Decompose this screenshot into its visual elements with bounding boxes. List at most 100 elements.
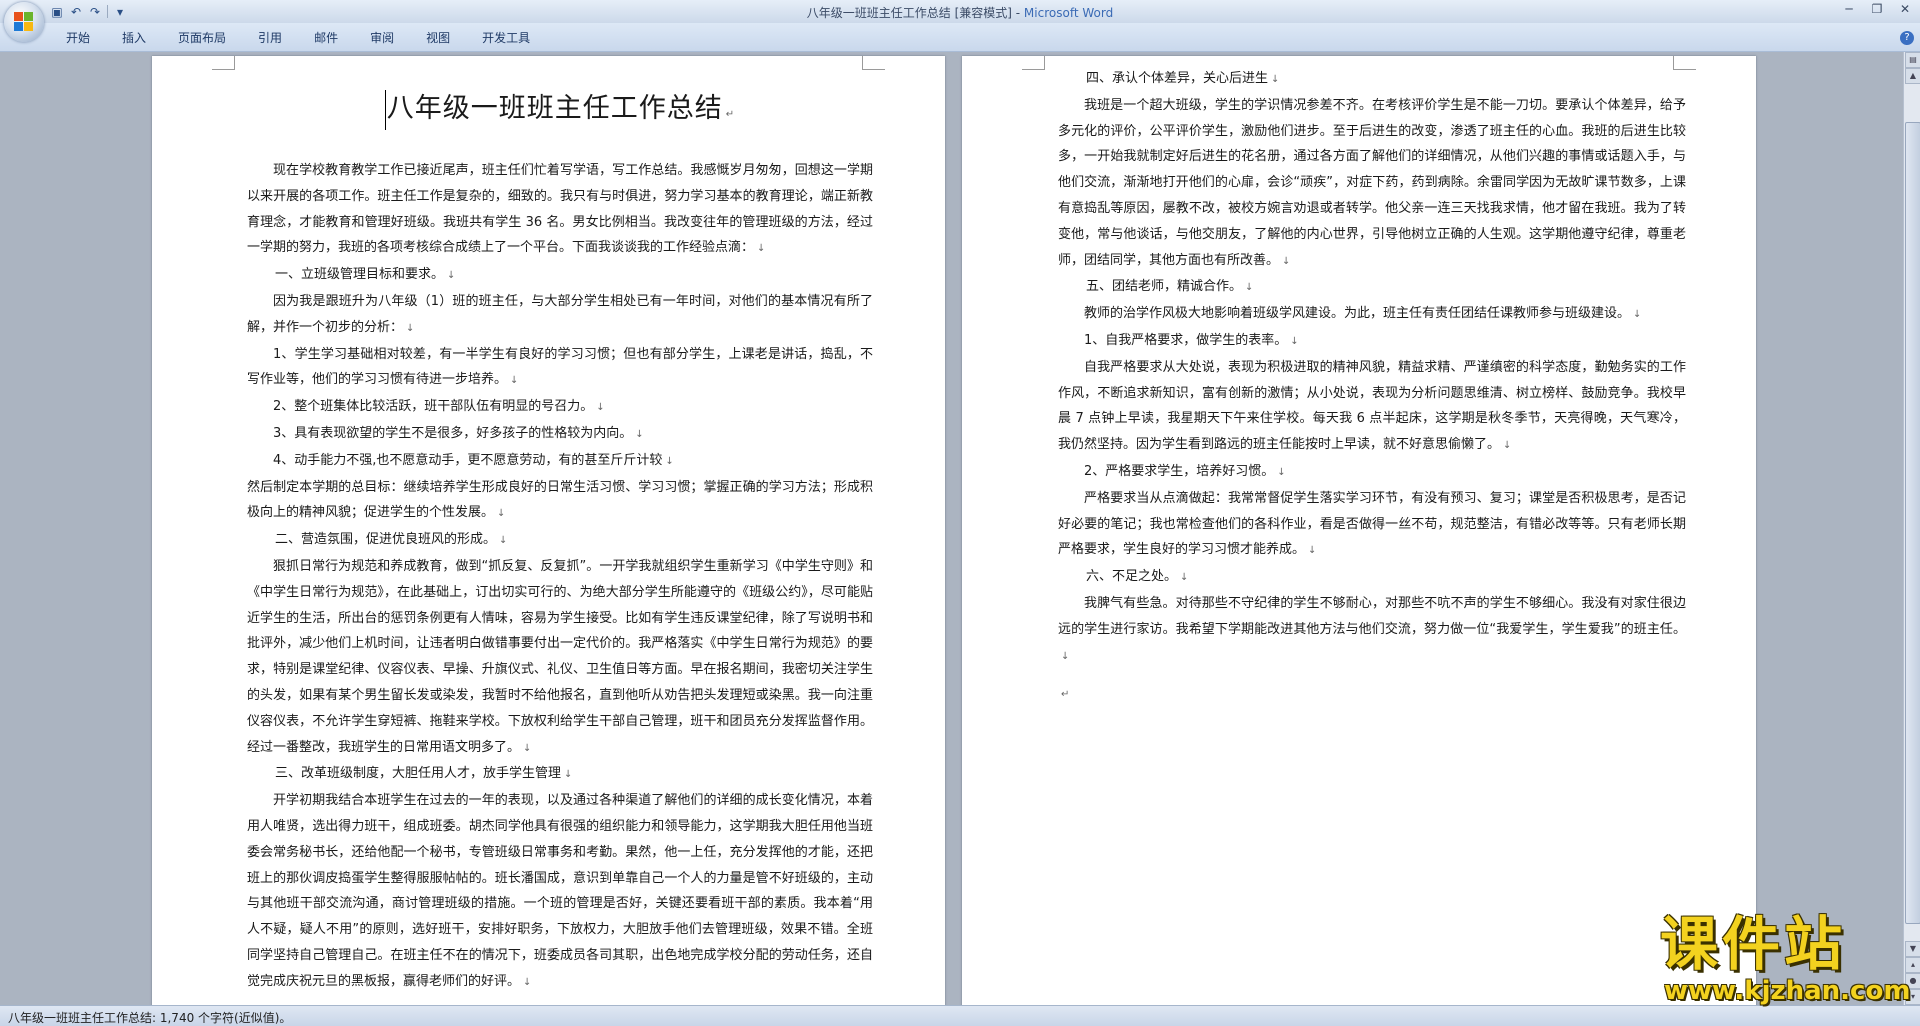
document-paragraph: 五、团结老师，精诚合作。 ↓ xyxy=(1058,274,1686,301)
document-paragraph: 开学初期我结合本班学生在过去的一年的表现，以及通过各种渠道了解他们的详细的成长变… xyxy=(247,788,873,995)
document-paragraph: 1、自我严格要求，做学生的表率。 ↓ xyxy=(1058,328,1686,355)
document-paragraph: 我班是一个超大班级，学生的学识情况参差不齐。在考核评价学生是不能一刀切。要承认个… xyxy=(1058,93,1686,275)
paragraph-text: 二、营造氛围，促进优良班风的形成。 xyxy=(275,532,497,548)
paragraph-text: 2、严格要求学生，培养好习惯。 xyxy=(1084,463,1275,479)
paragraph-mark-icon: ↓ xyxy=(1633,309,1642,321)
paragraph-text: 教师的治学作风极大地影响着班级学风建设。为此，班主任有责任团结任课教师参与班级建… xyxy=(1084,306,1631,322)
page-2-body[interactable]: 四、承认个体差异，关心后进生 ↓ 我班是一个超大班级，学生的学识情况参差不齐。在考核… xyxy=(1058,66,1686,708)
window-title: 八年级一班班主任工作总结 [兼容模式] - Microsoft Word xyxy=(0,4,1920,21)
paragraph-mark-icon: ↓ xyxy=(1282,255,1291,267)
tab-mailings[interactable]: 邮件 xyxy=(298,30,354,46)
document-paragraph: 2、严格要求学生，培养好习惯。 ↓ xyxy=(1058,459,1686,486)
tab-view[interactable]: 视图 xyxy=(410,30,466,46)
ribbon: 开始 插入 页面布局 引用 邮件 审阅 视图 开发工具 ? xyxy=(0,23,1920,52)
text-cursor xyxy=(384,89,386,130)
document-paragraph: 3、具有表现欲望的学生不是很多，好多孩子的性格较为内向。 ↓ xyxy=(247,421,873,448)
watermark-main-text: 课件站 xyxy=(1660,910,1847,978)
ribbon-tabs: 开始 插入 页面布局 引用 邮件 审阅 视图 开发工具 xyxy=(50,30,546,46)
document-paragraph: 自我严格要求从大处说，表现为积极进取的精神风貌，精益求精、严谨缜密的科学态度，勤… xyxy=(1058,355,1686,459)
document-paragraph: 现在学校教育教学工作已接近尾声，班主任们忙着写学语，写工作总结。我感慨岁月匆匆，… xyxy=(247,158,873,262)
document-title: 八年级一班班主任工作总结 [兼容模式] - xyxy=(806,6,1024,20)
margin-corner-mark xyxy=(862,56,885,70)
paragraph-text: 现在学校教育教学工作已接近尾声，班主任们忙着写学语，写工作总结。我感慨岁月匆匆，… xyxy=(247,163,873,256)
document-paragraph: 我脾气有些急。对待那些不守纪律的学生不够耐心，对那些不吭不声的学生不够细心。我没… xyxy=(1058,591,1686,669)
right-page-paragraphs: 四、承认个体差异，关心后进生 ↓ 我班是一个超大班级，学生的学识情况参差不齐。在考核… xyxy=(1058,66,1686,669)
page-1-body[interactable]: 八年级一班班主任工作总结 ↵ 现在学校教育教学工作已接近尾声，班主任们忙着写学语，… xyxy=(247,74,873,996)
office-button-icon[interactable] xyxy=(4,2,44,42)
close-icon[interactable]: ✕ xyxy=(1894,1,1916,18)
document-workspace: 八年级一班班主任工作总结 ↵ 现在学校教育教学工作已接近尾声，班主任们忙着写学语，… xyxy=(0,52,1904,1005)
paragraph-text: 我班是一个超大班级，学生的学识情况参差不齐。在考核评价学生是不能一刀切。要承认个… xyxy=(1058,97,1686,268)
page-1[interactable]: 八年级一班班主任工作总结 ↵ 现在学校教育教学工作已接近尾声，班主任们忙着写学语，… xyxy=(152,56,945,1005)
paragraph-text: 3、具有表现欲望的学生不是很多，好多孩子的性格较为内向。 xyxy=(273,425,633,441)
status-word-count[interactable]: 八年级一班班主任工作总结: 1,740 个字符(近似值)。 xyxy=(8,1009,291,1026)
paragraph-mark-icon: ↓ xyxy=(523,742,532,754)
paragraph-mark-icon: ↓ xyxy=(1180,572,1189,584)
ruler-toggle-icon[interactable]: ▤ xyxy=(1905,52,1920,68)
document-paragraph: 2、整个班集体比较活跃，班干部队伍有明显的号召力。 ↓ xyxy=(247,394,873,421)
scroll-thumb[interactable] xyxy=(1905,122,1920,924)
paragraph-text: 六、不足之处。 xyxy=(1086,569,1178,585)
paragraph-mark-icon: ↓ xyxy=(665,455,674,467)
heading-text: 八年级一班班主任工作总结 xyxy=(386,93,723,124)
restore-icon[interactable]: ❐ xyxy=(1866,1,1888,18)
office-logo xyxy=(14,12,34,32)
document-heading: 八年级一班班主任工作总结 ↵ xyxy=(247,84,873,140)
paragraph-text: 2、整个班集体比较活跃，班干部队伍有明显的号召力。 xyxy=(273,399,594,415)
document-paragraph: 严格要求当从点滴做起：我常常督促学生落实学习环节，有没有预习、复习；课堂是否积极… xyxy=(1058,486,1686,564)
tab-page-layout[interactable]: 页面布局 xyxy=(162,30,242,46)
paragraph-text: 然后制定本学期的总目标：继续培养学生形成良好的日常生活习惯、学习习惯；掌握正确的… xyxy=(247,479,873,521)
page-2[interactable]: 四、承认个体差异，关心后进生 ↓ 我班是一个超大班级，学生的学识情况参差不齐。在考核… xyxy=(962,56,1756,1005)
tab-insert[interactable]: 插入 xyxy=(106,30,162,46)
document-paragraph: 四、承认个体差异，关心后进生 ↓ xyxy=(1058,66,1686,93)
paragraph-text: 开学初期我结合本班学生在过去的一年的表现，以及通过各种渠道了解他们的详细的成长变… xyxy=(247,793,873,989)
paragraph-mark-icon: ↓ xyxy=(523,976,532,988)
paragraph-text: 严格要求当从点滴做起：我常常督促学生落实学习环节，有没有预习、复习；课堂是否积极… xyxy=(1058,490,1686,558)
document-paragraph: 4、动手能力不强,也不愿意动手，更不愿意劳动，有的甚至斤斤计较 ↓ xyxy=(247,448,873,475)
paragraph-text: 自我严格要求从大处说，表现为积极进取的精神风貌，精益求精、严谨缜密的科学态度，勤… xyxy=(1058,359,1686,453)
document-paragraph: 因为我是跟班升为八年级（1）班的班主任，与大部分学生相处已有一年时间，对他们的基… xyxy=(247,289,873,342)
paragraph-mark-icon: ↓ xyxy=(497,508,506,520)
tab-review[interactable]: 审阅 xyxy=(354,30,410,46)
scroll-up-icon[interactable]: ▲ xyxy=(1905,68,1920,84)
document-paragraph: 三、改革班级制度，大胆任用人才，放手学生管理 ↓ xyxy=(247,761,873,788)
document-paragraph: 狠抓日常行为规范和养成教育，做到“抓反复、反复抓”。一开学我就组织学生重新学习《… xyxy=(247,554,873,761)
paragraph-text: 狠抓日常行为规范和养成教育，做到“抓反复、反复抓”。一开学我就组织学生重新学习《… xyxy=(247,558,873,755)
document-paragraph: 六、不足之处。 ↓ xyxy=(1058,564,1686,591)
paragraph-mark-icon: ↓ xyxy=(1061,650,1070,662)
paragraph-mark-icon: ↓ xyxy=(596,402,605,414)
paragraph-text: 五、团结老师，精诚合作。 xyxy=(1086,279,1243,295)
tab-developer[interactable]: 开发工具 xyxy=(466,30,546,46)
watermark-url: www.kjzhan.com xyxy=(1664,976,1911,1006)
paragraph-text: 1、自我严格要求，做学生的表率。 xyxy=(1084,332,1288,348)
paragraph-mark-icon: ↓ xyxy=(757,243,766,255)
paragraph-text: 因为我是跟班升为八年级（1）班的班主任，与大部分学生相处已有一年时间，对他们的基… xyxy=(247,293,873,335)
window-controls: ─ ❐ ✕ xyxy=(1838,1,1916,18)
paragraph-text: 4、动手能力不强,也不愿意动手，更不愿意劳动，有的甚至斤斤计较 xyxy=(273,452,663,468)
title-bar: ▣ ↶ ↷ ▾ 八年级一班班主任工作总结 [兼容模式] - Microsoft … xyxy=(0,0,1920,23)
paragraph-mark-icon: ↓ xyxy=(447,270,456,282)
paragraph-mark-icon: ↓ xyxy=(635,428,644,440)
paragraph-mark-icon: ↓ xyxy=(406,322,415,334)
paragraph-text: 四、承认个体差异，关心后进生 xyxy=(1086,71,1269,86)
minimize-icon[interactable]: ─ xyxy=(1838,1,1860,18)
tab-references[interactable]: 引用 xyxy=(242,30,298,46)
document-paragraph: 一、立班级管理目标和要求。 ↓ xyxy=(247,262,873,289)
help-icon[interactable]: ? xyxy=(1900,31,1914,45)
empty-paragraph: ↵ xyxy=(1058,681,1686,708)
paragraph-mark-icon: ↓ xyxy=(1271,74,1280,85)
left-page-paragraphs: 现在学校教育教学工作已接近尾声，班主任们忙着写学语，写工作总结。我感慨岁月匆匆，… xyxy=(247,158,873,996)
vertical-scrollbar[interactable]: ▤ ▲ ▼ ▴ ● ▾ xyxy=(1903,52,1920,1005)
document-paragraph: 教师的治学作风极大地影响着班级学风建设。为此，班主任有责任团结任课教师参与班级建… xyxy=(1058,301,1686,328)
paragraph-text: 我脾气有些急。对待那些不守纪律的学生不够耐心，对那些不吭不声的学生不够细心。我没… xyxy=(1058,595,1686,637)
paragraph-mark-icon: ↵ xyxy=(725,109,736,120)
tab-home[interactable]: 开始 xyxy=(50,30,106,46)
paragraph-text: 三、改革班级制度，大胆任用人才，放手学生管理 xyxy=(275,766,562,782)
margin-corner-mark xyxy=(1022,56,1045,70)
document-paragraph: 1、学生学习基础相对较差，有一半学生有良好的学习习惯；但也有部分学生，上课老是讲… xyxy=(247,342,873,395)
paragraph-mark-icon: ↓ xyxy=(1503,440,1512,452)
document-paragraph: 然后制定本学期的总目标：继续培养学生形成良好的日常生活习惯、学习习惯；掌握正确的… xyxy=(247,475,873,528)
paragraph-mark-icon: ↓ xyxy=(1308,545,1317,557)
paragraph-mark-icon: ↓ xyxy=(499,535,508,547)
margin-corner-mark xyxy=(212,56,235,70)
